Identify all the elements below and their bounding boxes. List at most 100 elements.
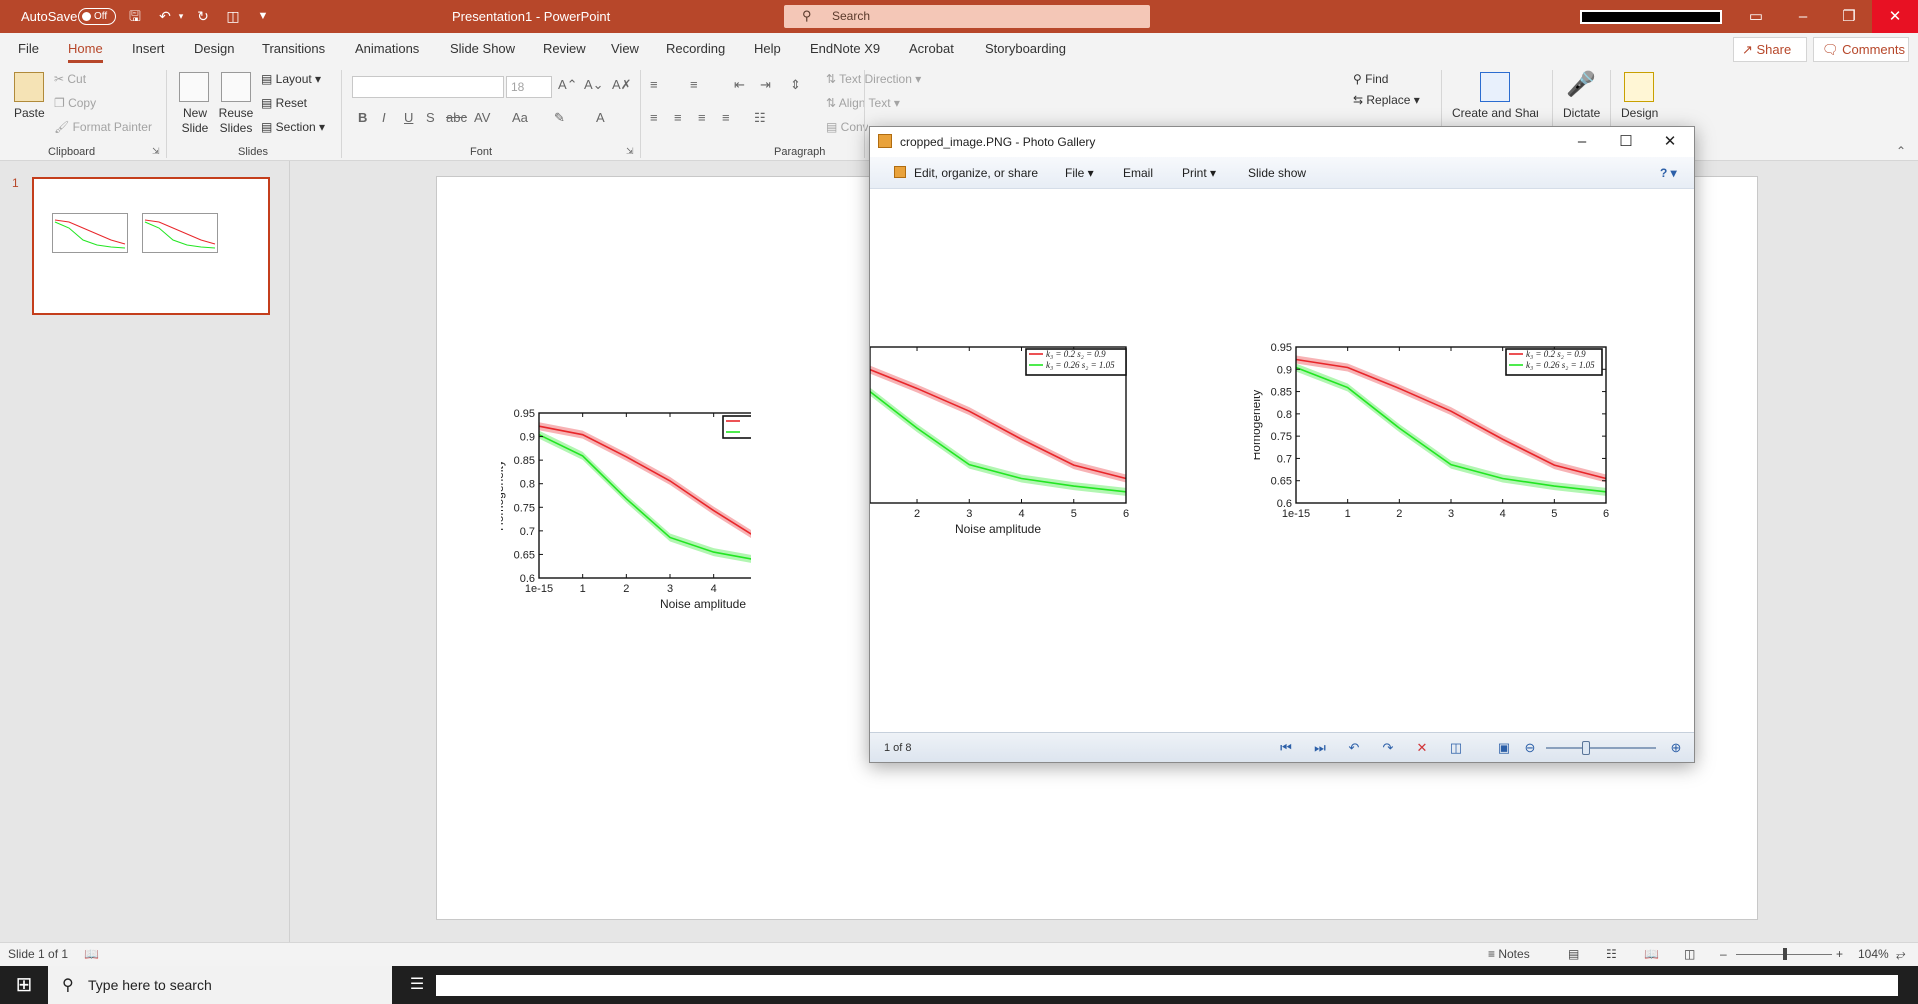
restore-icon[interactable]: ❐: [1826, 0, 1872, 33]
font-size-dropdown[interactable]: 18: [506, 76, 552, 98]
gallery-maximize-icon[interactable]: ☐: [1604, 129, 1648, 155]
align-center-icon[interactable]: ≡: [674, 110, 682, 125]
paste-label[interactable]: Paste: [14, 106, 45, 120]
zoom-level[interactable]: 104%: [1858, 947, 1889, 961]
collapse-ribbon-icon[interactable]: ⌃: [1896, 144, 1906, 158]
align-right-icon[interactable]: ≡: [698, 110, 706, 125]
tab-animations[interactable]: Animations: [355, 41, 419, 56]
paste-icon[interactable]: [14, 72, 44, 102]
tab-endnote[interactable]: EndNote X9: [810, 41, 880, 56]
justify-icon[interactable]: ≡: [722, 110, 730, 125]
ribbon-display-icon[interactable]: ▭: [1733, 0, 1779, 33]
previous-icon[interactable]: ⏮: [1276, 739, 1296, 757]
microphone-icon[interactable]: 🎤: [1566, 70, 1596, 100]
undo-dropdown-icon[interactable]: ▾: [175, 6, 187, 26]
tab-view[interactable]: View: [611, 41, 639, 56]
section-button[interactable]: ▤ Section ▾: [261, 120, 325, 134]
zoom-in-icon[interactable]: ⊕: [1666, 739, 1686, 757]
tab-home[interactable]: Home: [68, 41, 103, 63]
new-slide-label[interactable]: New Slide: [178, 106, 212, 136]
clipboard-launcher-icon[interactable]: ⇲: [152, 146, 160, 157]
underline-icon[interactable]: U: [404, 110, 413, 125]
reading-view-icon[interactable]: 📖: [1644, 947, 1659, 961]
character-spacing-icon[interactable]: AV: [474, 110, 490, 125]
font-launcher-icon[interactable]: ⇲: [626, 146, 634, 157]
cut-button[interactable]: ✂ Cut: [54, 72, 86, 86]
tab-slide-show[interactable]: Slide Show: [450, 41, 515, 56]
dictate-label[interactable]: Dictate: [1563, 106, 1600, 120]
present-icon[interactable]: ◫: [222, 6, 244, 26]
line-spacing-icon[interactable]: ⇕: [790, 77, 801, 93]
zoom-in-button[interactable]: +: [1836, 947, 1843, 961]
align-left-icon[interactable]: ≡: [650, 110, 658, 125]
gallery-close-icon[interactable]: ✕: [1648, 129, 1692, 155]
increase-indent-icon[interactable]: ⇥: [760, 77, 771, 93]
tab-storyboarding[interactable]: Storyboarding: [985, 41, 1066, 56]
help-icon[interactable]: ? ▾: [1660, 166, 1677, 180]
bullets-icon[interactable]: ≡: [650, 77, 658, 92]
design-ideas-label[interactable]: Design Ideas: [1621, 106, 1661, 120]
strikethrough-icon[interactable]: abc: [446, 110, 467, 125]
tab-insert[interactable]: Insert: [132, 41, 165, 56]
zoom-slider-handle[interactable]: [1783, 948, 1787, 960]
copy-button[interactable]: ❐ Copy: [54, 96, 96, 110]
columns-icon[interactable]: ☷: [754, 110, 766, 126]
rotate-left-icon[interactable]: ↶: [1344, 739, 1364, 757]
align-text-button[interactable]: ⇅ Align Text ▾: [826, 96, 900, 110]
new-slide-icon[interactable]: [179, 72, 209, 102]
reuse-slides-icon[interactable]: [221, 72, 251, 102]
format-painter-button[interactable]: 🖌 Format Painter: [54, 120, 152, 134]
search-box[interactable]: ⚲ Search: [784, 5, 1150, 28]
customize-qat-icon[interactable]: ▼: [252, 6, 274, 26]
replace-button[interactable]: ⇆ Replace ▾: [1353, 93, 1420, 107]
close-icon[interactable]: ✕: [1872, 0, 1918, 33]
layout-button[interactable]: ▤ Layout ▾: [261, 72, 321, 86]
notes-button[interactable]: ≡ Notes: [1488, 947, 1530, 961]
autosave-toggle[interactable]: Off: [78, 8, 116, 25]
rotate-right-icon[interactable]: ↷: [1378, 739, 1398, 757]
undo-icon[interactable]: ↶: [154, 6, 176, 26]
slideshow-icon[interactable]: ◫: [1446, 739, 1466, 757]
accessibility-icon[interactable]: 📖: [84, 947, 99, 961]
save-icon[interactable]: 🖫: [124, 6, 146, 26]
delete-icon[interactable]: ✕: [1412, 739, 1432, 757]
numbering-icon[interactable]: ≡: [690, 77, 698, 92]
task-view-icon[interactable]: ☰: [404, 966, 430, 1004]
fit-window-icon[interactable]: ▣: [1494, 739, 1514, 757]
clear-formatting-icon[interactable]: A✗: [612, 77, 632, 93]
text-shadow-icon[interactable]: S: [426, 110, 435, 125]
text-direction-button[interactable]: ⇅ Text Direction ▾: [826, 72, 921, 86]
design-ideas-icon[interactable]: [1624, 72, 1654, 102]
tab-recording[interactable]: Recording: [666, 41, 725, 56]
comments-button[interactable]: 🗨 Comments: [1813, 37, 1909, 62]
account-name-redacted[interactable]: [1580, 10, 1722, 24]
tab-help[interactable]: Help: [754, 41, 781, 56]
normal-view-icon[interactable]: ▤: [1568, 947, 1579, 961]
zoom-slider-thumb[interactable]: [1582, 741, 1590, 755]
italic-icon[interactable]: I: [382, 110, 386, 125]
slide-thumbnail[interactable]: [32, 177, 270, 315]
tab-acrobat[interactable]: Acrobat: [909, 41, 954, 56]
tab-file[interactable]: File: [18, 41, 39, 56]
create-share-pdf-label[interactable]: Create and Share Adobe PDF: [1452, 106, 1538, 120]
photo-gallery-window[interactable]: cropped_image.PNG - Photo Gallery – ☐ ✕ …: [869, 126, 1695, 763]
edit-organize-share-button[interactable]: Edit, organize, or share: [914, 166, 1038, 180]
decrease-indent-icon[interactable]: ⇤: [734, 77, 745, 93]
slide-show-button[interactable]: Slide show: [1248, 166, 1306, 180]
convert-smartart-button[interactable]: ▤ Convert to SmartArt: [826, 120, 868, 134]
print-menu[interactable]: Print ▾: [1182, 166, 1216, 180]
tab-transitions[interactable]: Transitions: [262, 41, 325, 56]
bold-icon[interactable]: B: [358, 110, 367, 125]
font-color-icon[interactable]: A: [596, 110, 605, 125]
zoom-out-button[interactable]: –: [1720, 947, 1727, 961]
slide-sorter-icon[interactable]: ☷: [1606, 947, 1617, 961]
reset-button[interactable]: ▤ Reset: [261, 96, 307, 110]
redo-icon[interactable]: ↻: [192, 6, 214, 26]
minimize-icon[interactable]: –: [1780, 0, 1826, 33]
adobe-pdf-icon[interactable]: [1480, 72, 1510, 102]
zoom-slider-track[interactable]: [1546, 747, 1656, 749]
tab-design[interactable]: Design: [194, 41, 234, 56]
fit-slide-icon[interactable]: ⥂: [1896, 947, 1906, 962]
grow-font-icon[interactable]: A⌃: [558, 77, 578, 93]
shrink-font-icon[interactable]: A⌄: [584, 77, 604, 93]
